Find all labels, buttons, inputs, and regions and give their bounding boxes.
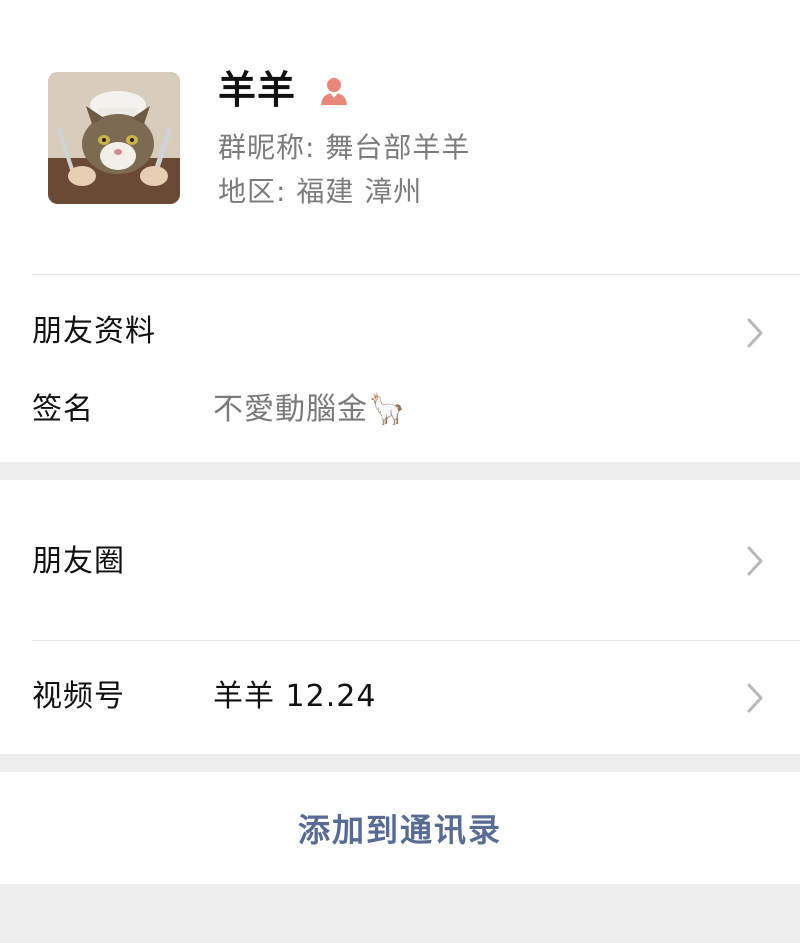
channels-value: 羊羊 12.24	[213, 679, 377, 714]
llama-emoji-icon: 🦙	[368, 392, 407, 427]
chevron-right-icon	[747, 318, 763, 348]
moments-row[interactable]: 朋友圈	[0, 480, 800, 640]
region: 地区: 福建 漳州	[218, 175, 423, 208]
signature-row: 签名 不愛動腦金🦙	[0, 374, 800, 446]
signature-label: 签名	[32, 392, 94, 427]
divider	[32, 274, 800, 275]
signature-value: 不愛動腦金🦙	[213, 390, 406, 430]
chevron-right-icon	[747, 683, 763, 713]
signature-text: 不愛動腦金	[213, 392, 368, 427]
group-nickname: 群昵称: 舞台部羊羊	[218, 131, 471, 164]
cat-chef-avatar-icon	[48, 72, 180, 204]
channels-label: 视频号	[32, 679, 125, 714]
channels-row[interactable]: 视频号 羊羊 12.24	[0, 641, 800, 754]
contact-name: 羊羊	[218, 68, 297, 112]
friend-info-row[interactable]: 朋友资料	[0, 292, 800, 374]
add-to-contacts-button[interactable]: 添加到通讯录	[0, 772, 800, 884]
friend-info-label: 朋友资料	[32, 314, 156, 349]
chevron-right-icon	[747, 546, 763, 576]
add-contact-panel: 添加到通讯录	[0, 772, 800, 884]
avatar[interactable]	[48, 72, 180, 204]
profile-panel: 羊羊 群昵称: 舞台部羊羊 地区: 福建 漳州 朋友资料 签名 不愛動腦金🦙	[0, 0, 800, 462]
moments-panel: 朋友圈 视频号 羊羊 12.24	[0, 480, 800, 754]
moments-label: 朋友圈	[32, 544, 125, 579]
female-user-icon	[321, 78, 347, 105]
